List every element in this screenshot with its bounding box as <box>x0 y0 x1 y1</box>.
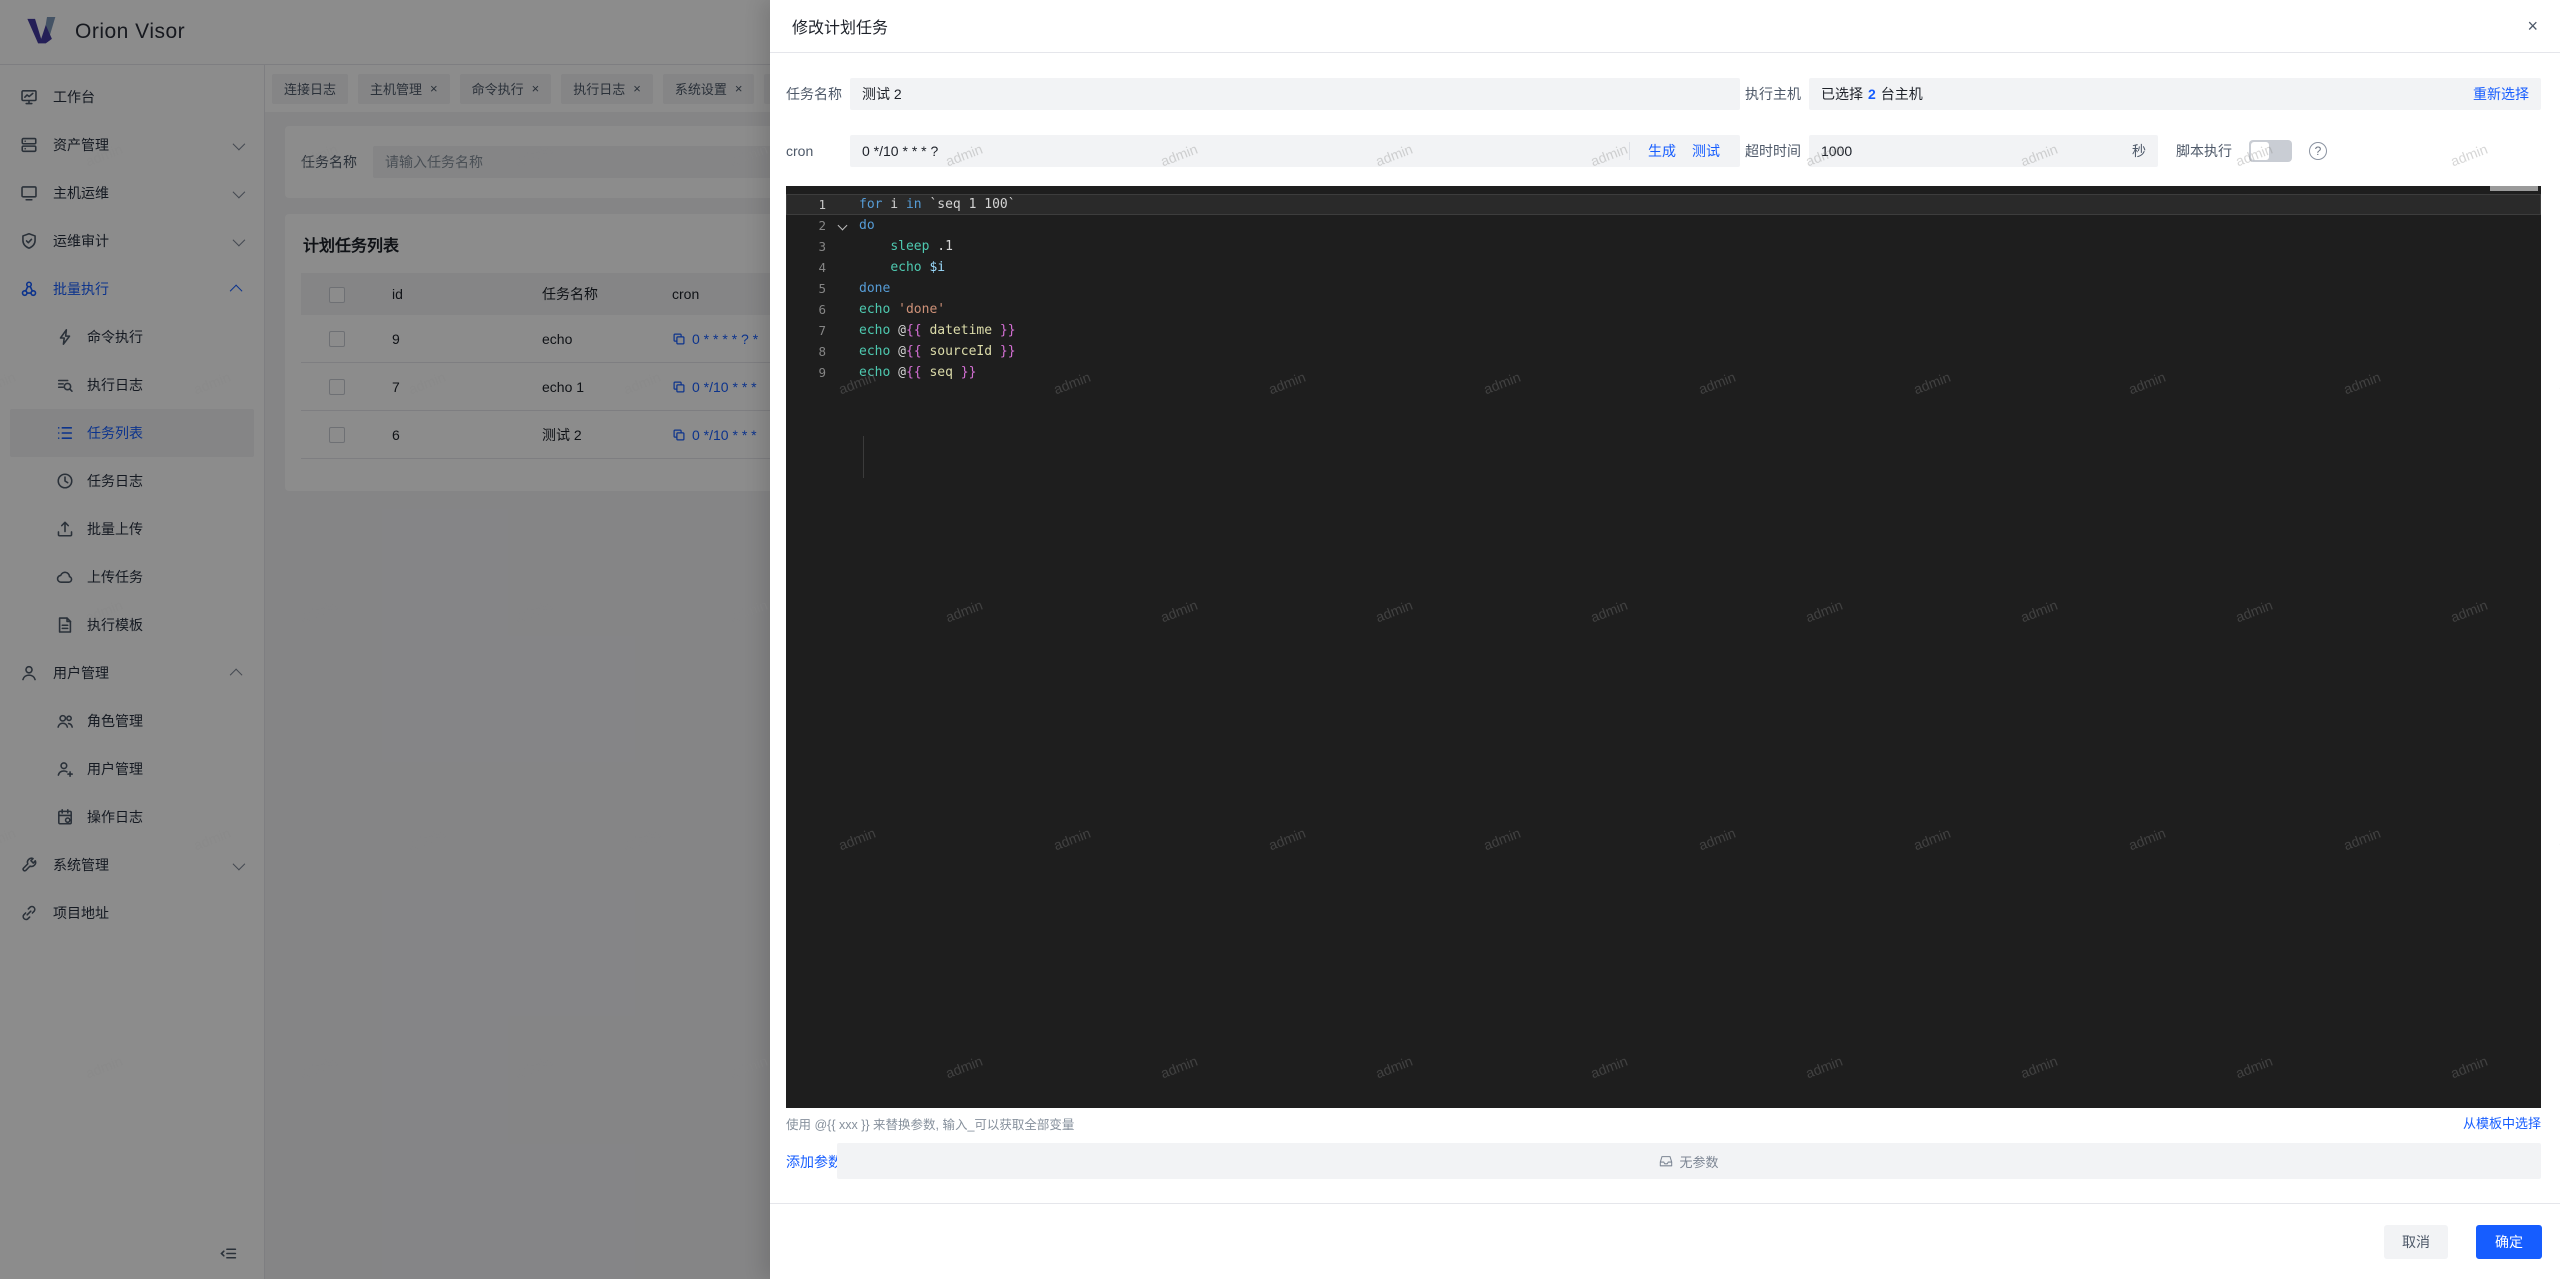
host-selected-count: 2 <box>1868 86 1876 102</box>
timeout-unit: 秒 <box>2132 141 2146 161</box>
cron-generate-button[interactable]: 生成 <box>1640 141 1684 161</box>
divider <box>1629 142 1630 160</box>
help-icon[interactable]: ? <box>2309 142 2327 160</box>
line-number: 8 <box>786 341 826 362</box>
exec-host-row: 执行主机 已选择 2 台主机 重新选择 <box>1745 78 2541 110</box>
screen: Orion Visor 工作台资产管理主机运维运维审计批量执行命令执行执行日志任… <box>0 0 2560 1279</box>
script-exec-label: 脚本执行 <box>2176 141 2232 161</box>
code-line: 9echo @{{ seq }} <box>786 362 2541 383</box>
indent-guide <box>863 436 864 478</box>
no-param-text: 无参数 <box>1679 1152 1718 1171</box>
cron-label: cron <box>786 143 850 159</box>
timeout-label: 超时时间 <box>1745 141 1809 161</box>
timeout-input[interactable]: 1000 秒 <box>1809 135 2158 167</box>
code-line: 3 sleep .1 <box>786 236 2541 257</box>
code-line: 1for i in `seq 1 100` <box>786 194 2541 215</box>
fold-chevron-icon[interactable] <box>838 221 848 231</box>
confirm-button[interactable]: 确定 <box>2476 1225 2542 1259</box>
line-number: 4 <box>786 257 826 278</box>
timeout-value: 1000 <box>1821 143 1852 159</box>
add-param-link[interactable]: 添加参数 <box>786 1152 842 1172</box>
task-name-input[interactable]: 测试 2 <box>850 78 1740 110</box>
no-param-bar: 无参数 <box>837 1143 2541 1179</box>
line-number: 2 <box>786 215 826 236</box>
cron-input[interactable]: 0 */10 * * * ? 生成 测试 <box>850 135 1740 167</box>
code-line: 4 echo $i <box>786 257 2541 278</box>
cron-test-button[interactable]: 测试 <box>1684 141 1728 161</box>
modal-footer: 取消 确定 <box>770 1203 2560 1279</box>
line-number: 1 <box>786 194 826 215</box>
toggle-knob <box>2251 142 2269 160</box>
cron-value: 0 */10 * * * ? <box>862 143 938 159</box>
script-editor[interactable]: 1for i in `seq 1 100`2do3 sleep .14 echo… <box>786 186 2541 1108</box>
modal-header: 修改计划任务 × <box>770 0 2560 53</box>
line-number: 7 <box>786 320 826 341</box>
reselect-host-link[interactable]: 重新选择 <box>2473 84 2529 104</box>
cron-row: cron 0 */10 * * * ? 生成 测试 <box>786 135 1740 167</box>
empty-box-icon <box>1659 1154 1673 1168</box>
cancel-button[interactable]: 取消 <box>2384 1225 2448 1259</box>
host-selected-suffix: 台主机 <box>1881 84 1923 104</box>
task-name-row: 任务名称 测试 2 <box>786 78 1740 110</box>
timeout-row: 超时时间 1000 秒 脚本执行 ? <box>1745 135 2541 167</box>
select-from-template-link[interactable]: 从模板中选择 <box>2463 1113 2541 1132</box>
edit-task-modal: 修改计划任务 × 任务名称 测试 2 执行主机 已选择 2 台主机 重新选择 c… <box>770 0 2560 1279</box>
line-number: 3 <box>786 236 826 257</box>
modal-close-icon[interactable]: × <box>2527 17 2538 35</box>
line-number: 6 <box>786 299 826 320</box>
param-hint-text: 使用 @{{ xxx }} 来替换参数, 输入_可以获取全部变量 <box>786 1114 1074 1133</box>
modal-title: 修改计划任务 <box>792 14 888 38</box>
exec-host-label: 执行主机 <box>1745 84 1809 104</box>
code-line: 7echo @{{ datetime }} <box>786 320 2541 341</box>
line-number: 5 <box>786 278 826 299</box>
code-line: 8echo @{{ sourceId }} <box>786 341 2541 362</box>
code-line: 6echo 'done' <box>786 299 2541 320</box>
task-name-label: 任务名称 <box>786 84 850 104</box>
exec-host-box: 已选择 2 台主机 重新选择 <box>1809 78 2541 110</box>
code-line: 2do <box>786 215 2541 236</box>
host-selected-prefix: 已选择 <box>1821 84 1863 104</box>
code-line: 5done <box>786 278 2541 299</box>
editor-scrollbar-thumb[interactable] <box>2490 186 2538 191</box>
task-name-value: 测试 2 <box>862 84 902 104</box>
script-exec-toggle[interactable] <box>2249 140 2292 162</box>
line-number: 9 <box>786 362 826 383</box>
